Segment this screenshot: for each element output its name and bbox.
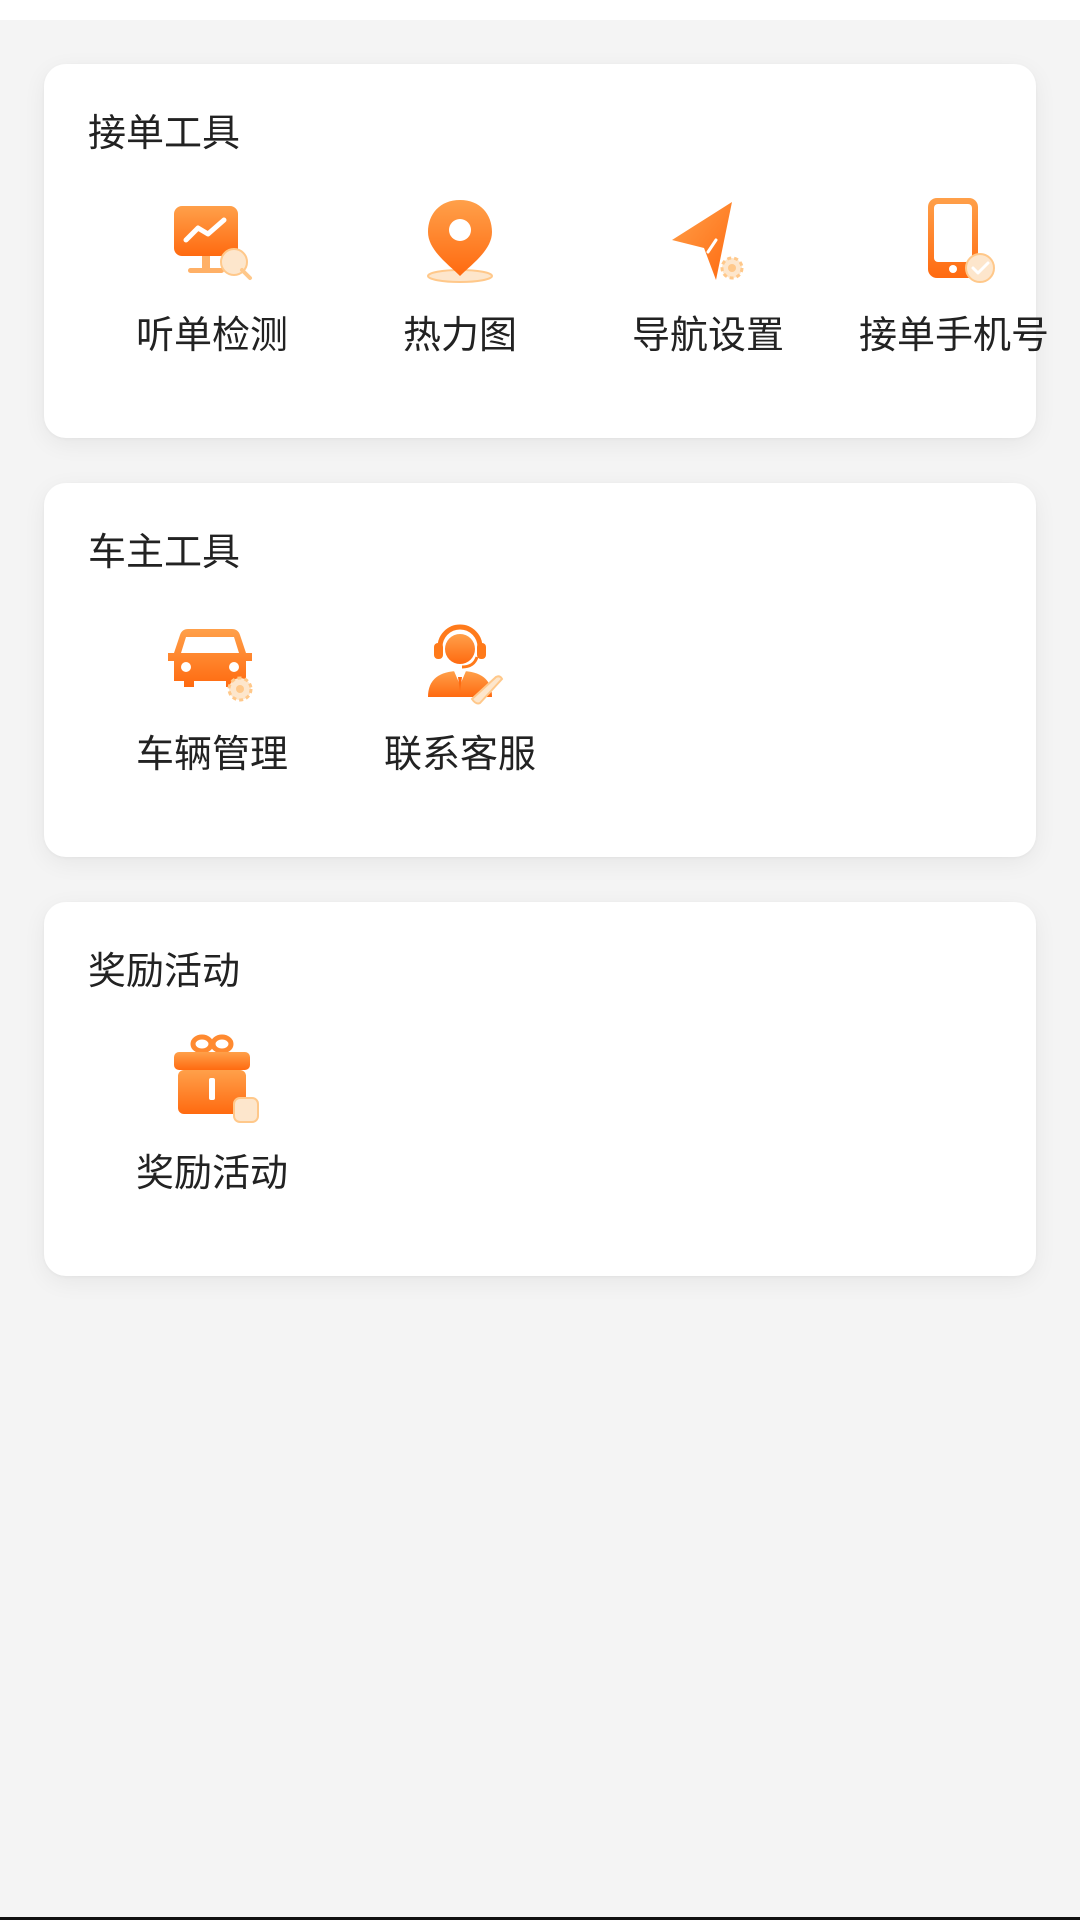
section-title: 车主工具	[88, 530, 241, 574]
vehicle-management-tool[interactable]: 车辆管理	[112, 611, 312, 781]
car-gear-icon	[162, 611, 262, 711]
navigation-arrow-icon	[658, 192, 758, 292]
heatmap-tool[interactable]: 热力图	[360, 192, 560, 362]
tool-label: 车辆管理	[135, 732, 288, 776]
order-tools-card: 接单工具 听单检测 热力图 导航设置 接单手机号	[44, 64, 1049, 438]
listen-check-tool[interactable]: 听单检测	[112, 192, 312, 362]
tool-label: 导航设置	[631, 313, 784, 357]
tool-label: 接单手机号	[858, 313, 1049, 357]
tool-grid: 车辆管理 联系客服	[44, 611, 1036, 791]
order-phone-tool[interactable]: 接单手机号	[854, 192, 1054, 362]
section-title: 接单工具	[88, 111, 241, 155]
map-pin-icon	[410, 192, 510, 292]
tool-label: 奖励活动	[135, 1151, 288, 1195]
tool-label: 联系客服	[383, 732, 536, 776]
tool-label: 热力图	[402, 313, 517, 357]
owner-tools-card: 车主工具 车辆管理 联系客服	[44, 483, 1036, 857]
tool-grid: 听单检测 热力图 导航设置 接单手机号	[44, 192, 1049, 372]
section-title: 奖励活动	[88, 949, 241, 993]
phone-check-icon	[904, 192, 1004, 292]
customer-service-icon	[410, 611, 510, 711]
monitor-chart-icon	[162, 192, 262, 292]
tool-label: 听单检测	[135, 313, 288, 357]
tool-grid: 奖励活动	[44, 1030, 1036, 1210]
contact-service-tool[interactable]: 联系客服	[360, 611, 560, 781]
rewards-card: 奖励活动 奖励活动	[44, 902, 1036, 1276]
status-bar	[0, 0, 1080, 20]
rewards-activity-tool[interactable]: 奖励活动	[112, 1030, 312, 1200]
gift-icon	[162, 1030, 262, 1130]
navigation-settings-tool[interactable]: 导航设置	[608, 192, 808, 362]
